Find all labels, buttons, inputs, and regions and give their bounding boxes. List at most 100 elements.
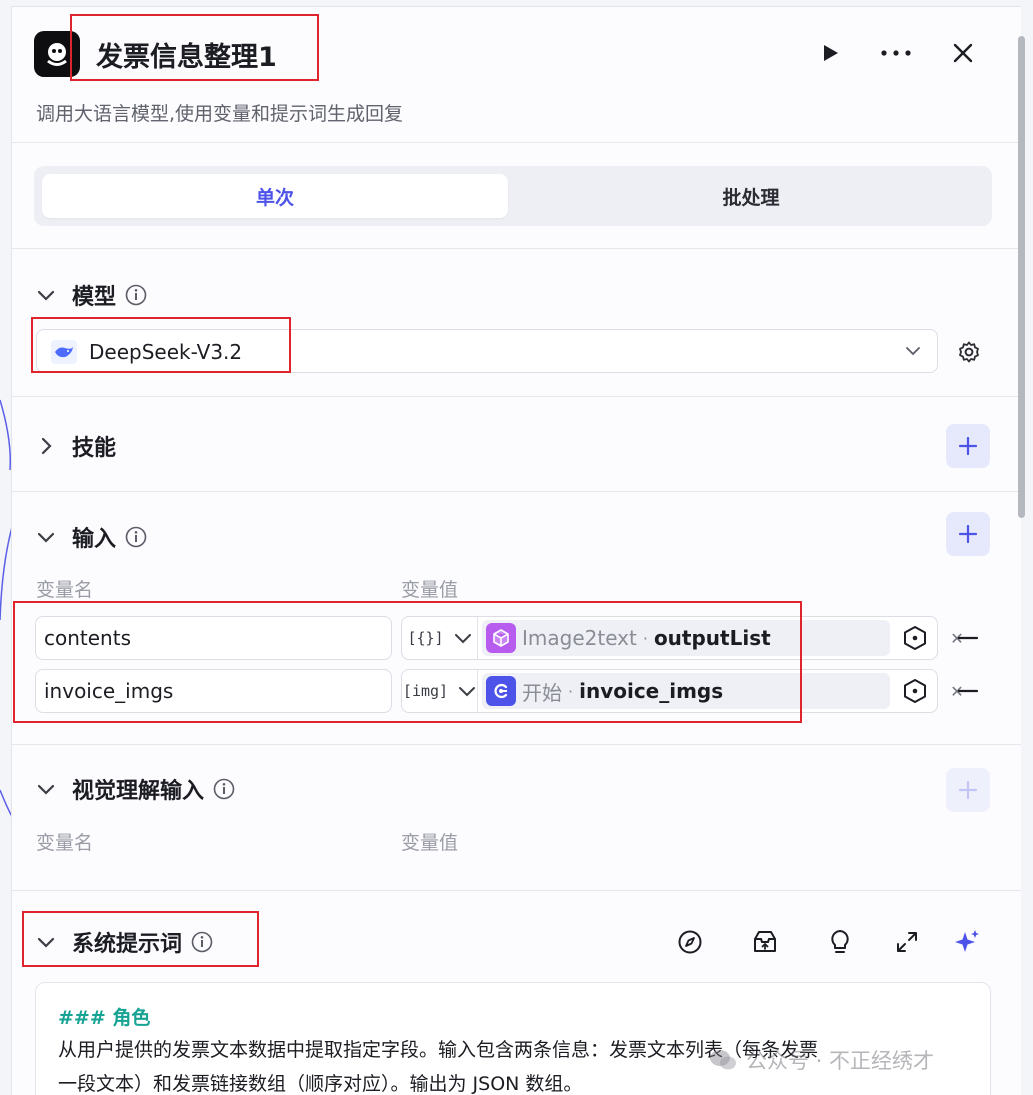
model-section-header: 模型 (32, 279, 148, 311)
close-icon (953, 43, 973, 63)
ai-optimize-button[interactable] (949, 924, 985, 960)
variable-value-field: [img] 开始 · invoice_imgs ✕ (401, 669, 964, 713)
watermark-text: 公众号 · 不正经绣才 (746, 1049, 935, 1073)
add-skill-button[interactable] (946, 424, 990, 468)
variable-reference-tag[interactable]: 开始 · invoice_imgs ✕ (482, 673, 964, 709)
node-config-panel: 发票信息整理1 调用大语言模型,使用变量和提示词生成回复 单次 批处理 模型 D… (11, 6, 1021, 1095)
run-button[interactable] (810, 33, 850, 73)
variable-name-input[interactable]: invoice_imgs (35, 669, 392, 713)
divider (12, 396, 1021, 397)
info-icon (124, 283, 148, 307)
more-icon (881, 50, 911, 56)
app-logo-icon (34, 31, 80, 77)
inbox-upload-icon (754, 931, 776, 952)
play-icon (824, 45, 838, 61)
divider (12, 890, 1021, 891)
minus-icon (958, 689, 978, 693)
chevron-down-icon (454, 634, 471, 644)
skills-section-header: 技能 (32, 430, 116, 462)
prompt-library-button[interactable] (747, 924, 783, 960)
input-section-header: 输入 (32, 521, 148, 553)
chevron-down-icon[interactable] (32, 523, 60, 551)
more-button[interactable] (876, 33, 916, 73)
tab-single[interactable]: 单次 (42, 174, 508, 218)
remove-row-button[interactable] (956, 679, 980, 703)
reference-field-name: invoice_imgs (579, 679, 724, 703)
reference-node-name: 开始 (522, 680, 562, 705)
sparkle-icon (955, 930, 979, 952)
reference-field-name: outputList (653, 626, 771, 650)
divider (12, 744, 1021, 745)
plus-icon (958, 780, 978, 800)
hexagon-icon (904, 679, 926, 703)
node-description: 调用大语言模型,使用变量和提示词生成回复 (36, 103, 404, 125)
hexagon-icon (904, 626, 926, 650)
variable-name-input[interactable]: contents (35, 616, 392, 660)
system-prompt-header: 系统提示词 (32, 926, 214, 958)
plus-icon (958, 436, 978, 456)
chevron-down-icon[interactable] (32, 281, 60, 309)
model-settings-button[interactable] (952, 335, 986, 369)
reference-node-name: Image2text (522, 626, 637, 650)
info-icon (190, 930, 214, 954)
system-prompt-editor[interactable]: ### 角色 从用户提供的发票文本数据中提取指定字段。输入包含两条信息：发票文本… (35, 982, 991, 1095)
gear-icon (959, 341, 979, 363)
chevron-right-icon[interactable] (32, 432, 60, 460)
start-node-icon (486, 676, 516, 706)
prompt-text-line: 从用户提供的发票文本数据中提取指定字段。输入包含两条信息：发票文本列表（每条发票 (58, 1039, 819, 1061)
info-icon (212, 777, 236, 801)
model-name: DeepSeek-V3.2 (89, 340, 243, 364)
compass-button[interactable] (672, 924, 708, 960)
column-header-name: 变量名 (36, 579, 94, 601)
cube-icon (486, 623, 516, 653)
type-select[interactable]: [{}] (402, 617, 478, 659)
plus-icon (958, 524, 978, 544)
expand-icon (897, 932, 917, 952)
separator-dot: · (642, 628, 648, 648)
expand-button[interactable] (889, 924, 925, 960)
info-icon (124, 525, 148, 549)
column-header-value: 变量值 (401, 579, 459, 601)
add-vision-input-button[interactable] (946, 768, 990, 812)
run-mode-tabs: 单次 批处理 (34, 166, 992, 226)
array-image-icon: [img] (402, 682, 449, 700)
scrollbar[interactable] (1018, 36, 1025, 518)
column-header-value: 变量值 (401, 832, 459, 854)
divider (12, 248, 1021, 249)
panel-header: 发票信息整理1 调用大语言模型,使用变量和提示词生成回复 (12, 7, 1021, 143)
divider (12, 491, 1021, 492)
model-select[interactable]: DeepSeek-V3.2 (36, 329, 938, 373)
system-prompt-title: 系统提示词 (72, 932, 183, 957)
prompt-heading: ### 角色 (58, 1007, 151, 1029)
wechat-icon (710, 1050, 736, 1070)
variable-picker-button[interactable] (902, 625, 928, 651)
variable-value-field: [{}] Image2text · outputList ✕ (401, 616, 964, 660)
variable-picker-button[interactable] (902, 678, 928, 704)
minus-icon (958, 636, 978, 640)
add-input-button[interactable] (946, 512, 990, 556)
separator-dot: · (568, 681, 574, 701)
close-button[interactable] (943, 33, 983, 73)
chevron-down-icon (459, 687, 476, 697)
node-title[interactable]: 发票信息整理1 (96, 35, 277, 74)
prompt-text-line: 一段文本）和发票链接数组（顺序对应）。输出为 JSON 数组。 (58, 1073, 583, 1095)
skills-section-title: 技能 (72, 436, 117, 461)
prompt-tips-button[interactable] (822, 924, 858, 960)
compass-icon (678, 930, 702, 954)
vision-section-title: 视觉理解输入 (72, 779, 205, 804)
input-section-title: 输入 (72, 527, 117, 552)
array-object-icon: [{}] (407, 629, 444, 647)
chevron-down-icon (905, 342, 921, 361)
vision-section-header: 视觉理解输入 (32, 773, 236, 805)
variable-reference-tag[interactable]: Image2text · outputList ✕ (482, 620, 964, 656)
chevron-down-icon[interactable] (32, 775, 60, 803)
remove-row-button[interactable] (956, 626, 980, 650)
type-select[interactable]: [img] (402, 670, 478, 712)
chevron-down-icon[interactable] (32, 928, 60, 956)
watermark: 公众号 · 不正经绣才 (708, 1045, 934, 1075)
lightbulb-icon (831, 930, 849, 953)
model-section-title: 模型 (72, 285, 117, 310)
deepseek-whale-icon (51, 340, 77, 364)
tab-batch[interactable]: 批处理 (518, 174, 984, 218)
column-header-name: 变量名 (36, 832, 94, 854)
